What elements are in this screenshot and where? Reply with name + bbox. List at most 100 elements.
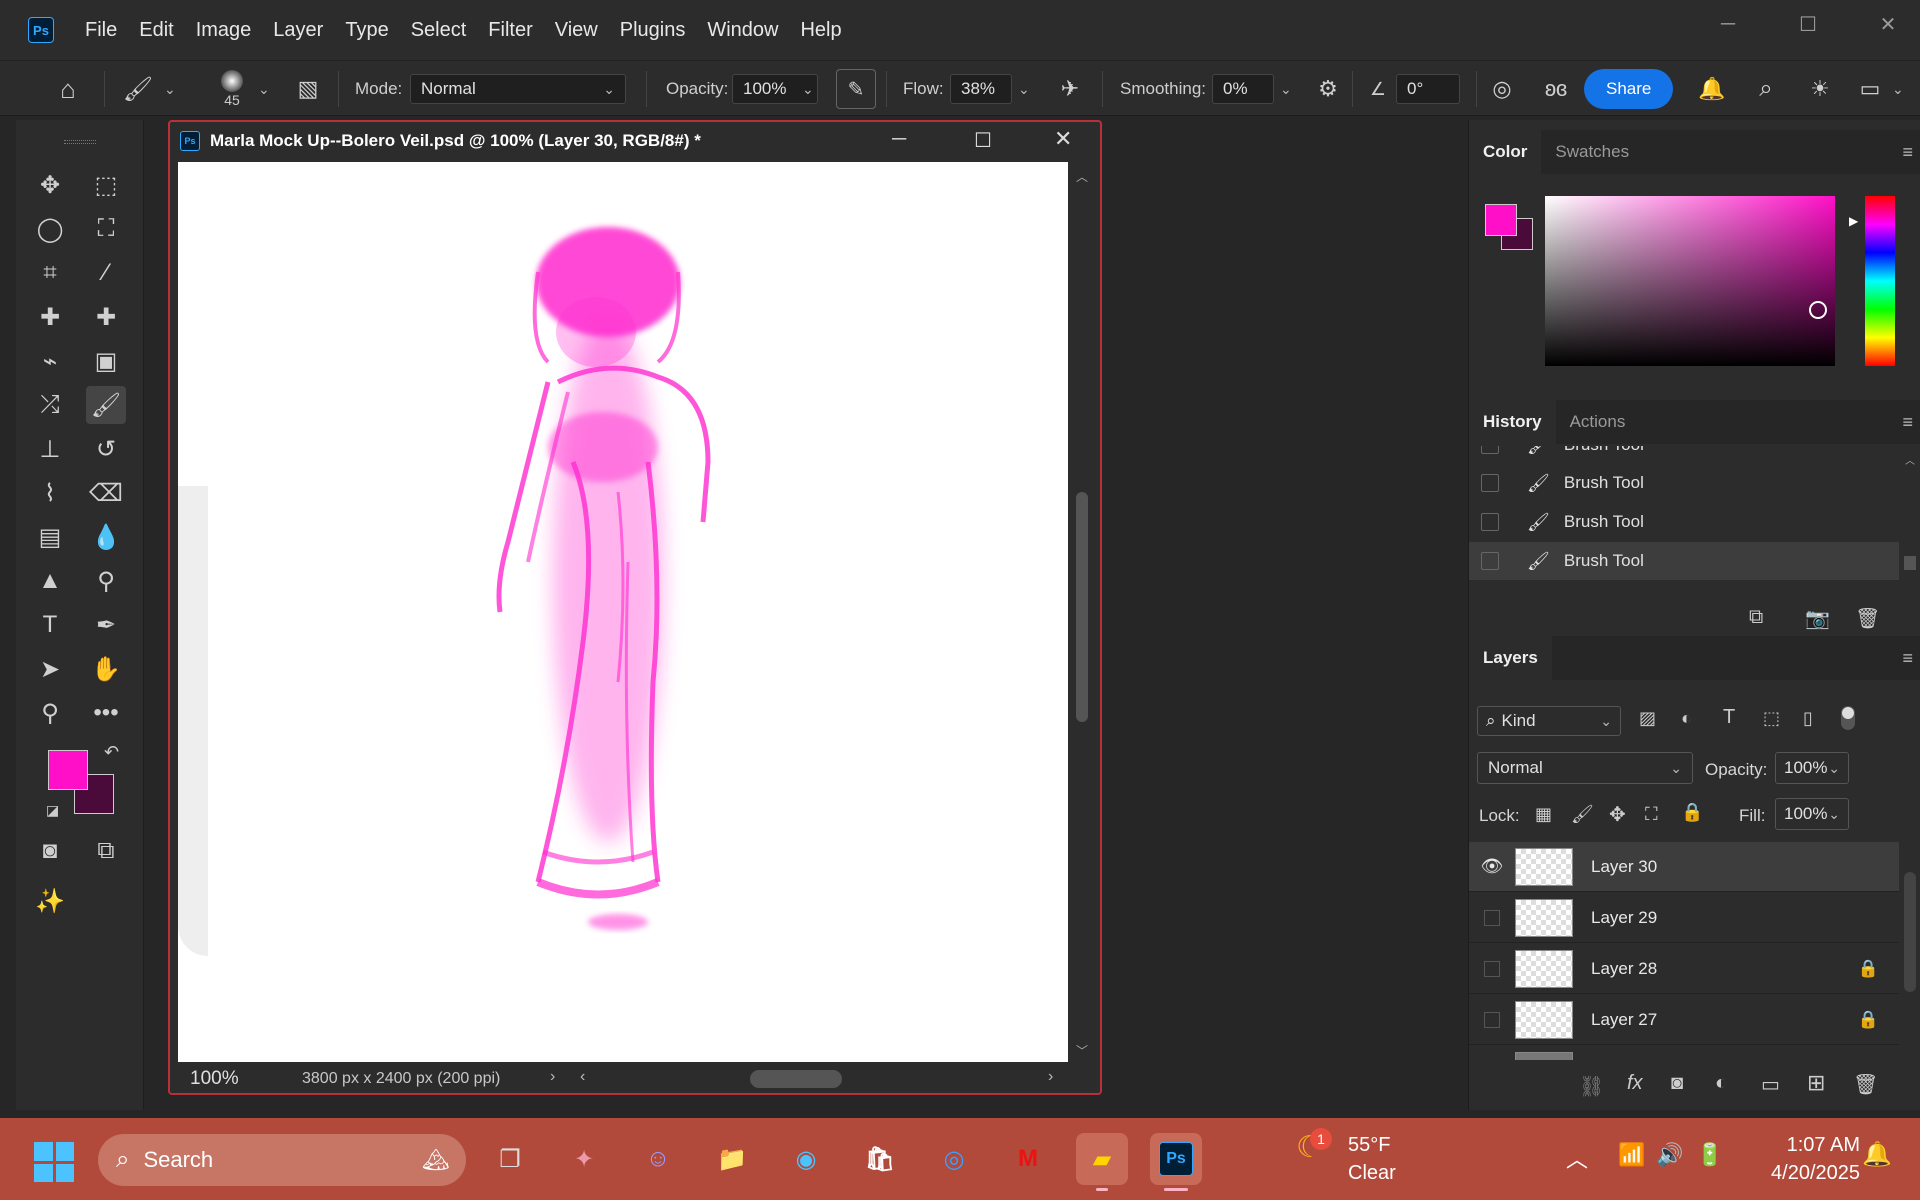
lock-all-icon[interactable]: 🔒 bbox=[1681, 802, 1703, 823]
filter-smart-object-icon[interactable]: ▯ bbox=[1803, 708, 1813, 729]
screen-mode-icon[interactable]: ⧉ bbox=[86, 832, 126, 870]
start-button[interactable] bbox=[34, 1142, 74, 1182]
flow-chevron-icon[interactable]: ⌄ bbox=[1018, 61, 1030, 117]
doc-minimize-button[interactable]: ─ bbox=[892, 128, 906, 151]
mcafee-icon[interactable]: M bbox=[1002, 1133, 1054, 1185]
layer-blend-mode-select[interactable]: Normal ⌄ bbox=[1477, 752, 1693, 784]
weather-condition[interactable]: Clear bbox=[1348, 1162, 1396, 1185]
history-scroll-thumb[interactable] bbox=[1904, 556, 1916, 570]
color-panel-foreground-swatch[interactable] bbox=[1485, 204, 1517, 236]
taskbar-search-box[interactable]: ⌕ Search 🏔 bbox=[98, 1134, 466, 1186]
tab-layers[interactable]: Layers bbox=[1469, 636, 1552, 680]
history-item-current[interactable]: 🖌 Brush Tool bbox=[1469, 542, 1899, 580]
symmetry-icon[interactable]: ʚɞ bbox=[1536, 61, 1576, 117]
filter-type-icon[interactable]: T bbox=[1723, 706, 1735, 729]
layers-panel-menu-icon[interactable]: ≡ bbox=[1902, 648, 1913, 669]
brush-preset-icon[interactable]: 🖌 bbox=[118, 61, 158, 117]
frame-tool-icon[interactable]: ▣ bbox=[86, 342, 126, 380]
minimize-button[interactable]: ─ bbox=[1696, 0, 1760, 48]
teams-icon[interactable]: ☺ bbox=[632, 1133, 684, 1185]
foreground-color-swatch[interactable] bbox=[48, 750, 88, 790]
crop-tool-icon[interactable]: ⌗ bbox=[30, 254, 70, 292]
battery-icon[interactable]: 🔋 bbox=[1696, 1142, 1723, 1168]
bell-icon[interactable]: 🔔 bbox=[1694, 61, 1730, 117]
brush-size-chevron-icon[interactable]: ⌄ bbox=[258, 61, 270, 117]
weather-temperature[interactable]: 55°F bbox=[1348, 1134, 1390, 1157]
canvas[interactable] bbox=[178, 162, 1068, 1062]
menu-plugins[interactable]: Plugins bbox=[609, 19, 697, 42]
pressure-opacity-icon[interactable]: ✎ bbox=[836, 69, 876, 109]
brush-preset-chevron-icon[interactable]: ⌄ bbox=[164, 61, 176, 117]
show-hidden-icons[interactable]: ︿ bbox=[1566, 1142, 1588, 1174]
notification-bell-icon[interactable]: 🔔 bbox=[1862, 1140, 1892, 1169]
angle-input[interactable]: 0° bbox=[1396, 74, 1460, 104]
layer-row[interactable]: 👁 Layer 30 bbox=[1469, 842, 1899, 892]
maximize-button[interactable]: ☐ bbox=[1776, 0, 1840, 48]
camera-icon[interactable]: 📷 bbox=[1805, 606, 1830, 631]
airbrush-icon[interactable]: ✈ bbox=[1050, 61, 1090, 117]
history-panel-menu-icon[interactable]: ≡ bbox=[1902, 412, 1913, 433]
wifi-icon[interactable]: 📶 bbox=[1618, 1142, 1645, 1168]
vertical-scrollbar[interactable]: ︿ ﹀ bbox=[1072, 162, 1092, 1062]
menu-edit[interactable]: Edit bbox=[128, 19, 184, 42]
healing-brush-tool-icon[interactable]: ⌁ bbox=[30, 342, 70, 380]
lasso-tool-icon[interactable]: ◯ bbox=[30, 210, 70, 248]
add-mask-icon[interactable]: ◙ bbox=[1671, 1072, 1683, 1095]
zoom-tool-icon[interactable]: ⚲ bbox=[30, 694, 70, 732]
content-aware-move-tool-icon[interactable]: ⤮ bbox=[30, 386, 70, 424]
marquee-tool-icon[interactable]: ⬚ bbox=[86, 166, 126, 204]
trash-icon[interactable]: 🗑 bbox=[1855, 606, 1880, 631]
task-view-icon[interactable]: ❐ bbox=[484, 1133, 536, 1185]
history-item[interactable]: 🖌 Brush Tool bbox=[1469, 503, 1899, 541]
type-tool-icon[interactable]: T bbox=[30, 606, 70, 644]
menu-file[interactable]: File bbox=[74, 19, 128, 42]
default-colors-icon[interactable]: ◪ bbox=[46, 802, 59, 819]
lightbulb-icon[interactable]: ☀ bbox=[1802, 61, 1838, 117]
lock-transparent-icon[interactable]: ▦ bbox=[1535, 804, 1552, 825]
blur-tool-icon[interactable]: 💧 bbox=[86, 518, 126, 556]
visibility-toggle[interactable] bbox=[1469, 960, 1515, 977]
remove-tool-icon[interactable]: ✚ bbox=[86, 298, 126, 336]
generative-image-icon[interactable]: ✨ bbox=[30, 882, 70, 920]
more-tools-icon[interactable]: ••• bbox=[86, 694, 126, 732]
file-explorer-icon[interactable]: 📁 bbox=[706, 1133, 758, 1185]
layer-opacity-input[interactable]: 100% ⌄ bbox=[1775, 752, 1849, 784]
scroll-left-icon[interactable]: ‹ bbox=[580, 1068, 585, 1086]
layers-scroll-thumb[interactable] bbox=[1904, 872, 1916, 992]
object-selection-tool-icon[interactable]: ⛶ bbox=[86, 210, 126, 248]
smoothing-input[interactable]: 0% bbox=[1212, 74, 1274, 104]
pressure-size-icon[interactable]: ◎ bbox=[1482, 61, 1522, 117]
layer-row-partial[interactable] bbox=[1469, 1046, 1899, 1060]
tab-history[interactable]: History bbox=[1469, 400, 1556, 444]
close-button[interactable]: ✕ bbox=[1856, 0, 1920, 48]
menu-view[interactable]: View bbox=[544, 19, 609, 42]
dell-icon[interactable]: ◎ bbox=[928, 1133, 980, 1185]
layer-row[interactable]: Layer 29 bbox=[1469, 893, 1899, 943]
layer-row[interactable]: Layer 27 🔒 bbox=[1469, 995, 1899, 1045]
tab-actions[interactable]: Actions bbox=[1556, 400, 1640, 444]
home-icon[interactable]: ⌂ bbox=[48, 61, 88, 117]
dodge-tool-icon[interactable]: ⚲ bbox=[86, 562, 126, 600]
eyedropper-tool-icon[interactable]: ⁄ bbox=[86, 254, 126, 292]
menu-filter[interactable]: Filter bbox=[477, 19, 543, 42]
tab-swatches[interactable]: Swatches bbox=[1541, 130, 1643, 174]
flow-input[interactable]: 38% bbox=[950, 74, 1012, 104]
delete-layer-icon[interactable]: 🗑 bbox=[1853, 1072, 1878, 1097]
menu-type[interactable]: Type bbox=[334, 19, 399, 42]
visibility-toggle[interactable] bbox=[1469, 909, 1515, 926]
toolbar-grip[interactable] bbox=[64, 140, 96, 144]
workspace-chevron-icon[interactable]: ⌄ bbox=[1892, 61, 1904, 117]
visibility-toggle[interactable] bbox=[1469, 1011, 1515, 1028]
brush-tool-icon[interactable]: 🖌 bbox=[86, 386, 126, 424]
swap-colors-icon[interactable]: ↶ bbox=[104, 742, 119, 763]
color-panel-menu-icon[interactable]: ≡ bbox=[1902, 142, 1913, 163]
gear-icon[interactable]: ⚙ bbox=[1310, 61, 1346, 117]
path-selection-tool-icon[interactable]: ➤ bbox=[30, 650, 70, 688]
new-group-icon[interactable]: ▭ bbox=[1761, 1072, 1780, 1097]
gradient-tool-icon[interactable]: ▤ bbox=[30, 518, 70, 556]
zoom-level[interactable]: 100% bbox=[190, 1068, 239, 1090]
opacity-chevron-icon[interactable]: ⌄ bbox=[802, 61, 814, 117]
volume-icon[interactable]: 🔊 bbox=[1656, 1142, 1683, 1168]
new-document-from-state-icon[interactable]: ⧉ bbox=[1749, 606, 1763, 629]
microsoft-store-icon[interactable]: 🛍 bbox=[854, 1133, 906, 1185]
